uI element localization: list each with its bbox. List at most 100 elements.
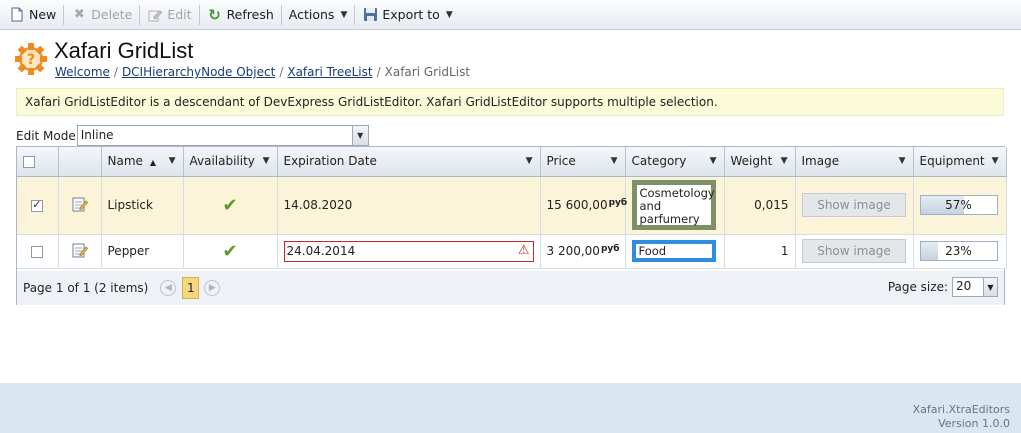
svg-text:?: ? <box>27 52 35 68</box>
row-select-cell[interactable] <box>17 176 59 235</box>
grid-table: Name ▲ ▼ Availability ▼ Expiration Date ▼ Pr… <box>17 147 1007 269</box>
column-header-label: Weight <box>730 154 773 169</box>
breadcrumb-link-welcome[interactable]: Welcome <box>55 65 110 79</box>
column-header-image[interactable]: Image ▼ <box>795 147 914 177</box>
refresh-button[interactable]: ↻ Refresh <box>202 3 279 27</box>
new-document-icon <box>9 7 25 23</box>
cell-image: Show image <box>795 234 914 269</box>
footer-product: Xafari.XtraEditors <box>912 403 1010 416</box>
row-checkbox[interactable] <box>31 198 44 212</box>
select-all-header[interactable] <box>17 147 59 177</box>
cell-availability: ✔ <box>183 176 278 235</box>
cell-price: 15 600,00руб <box>540 176 628 235</box>
page-size-value: 20 <box>956 279 972 293</box>
filter-icon[interactable]: ▼ <box>899 156 906 166</box>
expiration-date-value: 24.04.2014 <box>286 244 356 258</box>
breadcrumb-link-treelist[interactable]: Xafari TreeList <box>287 65 372 79</box>
category-badge: Food <box>631 240 716 262</box>
cell-name: Pepper <box>101 234 184 269</box>
warning-icon: ⚠ <box>517 242 530 258</box>
chevron-down-icon: ▼ <box>340 9 348 20</box>
chevron-down-icon[interactable]: ▼ <box>351 126 368 145</box>
new-button[interactable]: New <box>4 3 61 27</box>
currency-symbol: руб <box>608 198 628 208</box>
filter-icon[interactable]: ▼ <box>263 156 270 166</box>
actions-button[interactable]: Actions ▼ <box>284 3 353 27</box>
breadcrumb-separator: / <box>376 65 381 79</box>
export-label: Export to <box>382 7 440 22</box>
breadcrumb: Welcome / DCIHierarchyNode Object / Xafari T… <box>55 65 470 79</box>
edit-column-header <box>58 147 102 177</box>
cell-price: 3 200,00руб <box>540 234 626 269</box>
row-checkbox[interactable] <box>31 245 44 258</box>
column-header-price[interactable]: Price ▼ <box>540 147 626 177</box>
breadcrumb-link-dcihierarchynode[interactable]: DCIHierarchyNode Object <box>122 65 275 79</box>
edit-mode-dropdown[interactable]: Inline ▼ <box>76 125 369 146</box>
show-image-button[interactable]: Show image <box>802 193 906 217</box>
edit-label: Edit <box>167 7 192 22</box>
cell-weight: 1 <box>724 234 796 269</box>
toolbar-separator <box>354 4 356 25</box>
column-header-label: Category <box>631 154 687 169</box>
table-row[interactable]: Lipstick ✔ 14.08.2020 15 600,00руб Cosme… <box>17 176 1007 235</box>
cell-availability: ✔ <box>183 234 278 269</box>
edit-mode-selector: Edit Mode Inline ▼ <box>16 125 369 146</box>
page-size-selector: Page size: 20 ▼ <box>888 277 998 297</box>
table-row[interactable]: Pepper ✔ 24.04.2014 ⚠ 3 200,00руб Food 1… <box>17 234 1007 269</box>
delete-x-icon: ✖ <box>73 7 85 22</box>
row-edit-cell[interactable] <box>58 176 102 235</box>
column-header-name[interactable]: Name ▲ ▼ <box>101 147 184 177</box>
next-page-icon[interactable]: ▶ <box>204 280 221 296</box>
checkmark-icon: ✔ <box>222 194 238 216</box>
edit-pencil-icon <box>147 7 163 23</box>
cell-expiration-date: 14.08.2020 <box>277 176 541 235</box>
column-header-weight[interactable]: Weight ▼ <box>724 147 796 177</box>
breadcrumb-current: Xafari GridList <box>384 65 471 79</box>
page-size-dropdown[interactable]: 20 ▼ <box>952 277 998 297</box>
previous-page-icon[interactable]: ◀ <box>160 280 177 296</box>
equipment-progress-bar: 57% <box>919 195 998 215</box>
toolbar-separator <box>63 4 65 25</box>
pager-summary: Page 1 of 1 (2 items) <box>23 281 149 295</box>
select-all-checkbox[interactable] <box>23 155 35 168</box>
export-disk-icon <box>362 7 378 23</box>
chevron-down-icon[interactable]: ▼ <box>983 278 997 296</box>
edit-row-icon[interactable] <box>72 243 88 261</box>
filter-icon[interactable]: ▼ <box>526 156 533 166</box>
gear-question-logo-icon: ? <box>14 42 48 76</box>
toolbar-separator <box>198 4 200 25</box>
toolbar-separator <box>139 4 141 25</box>
delete-button[interactable]: ✖ Delete <box>66 3 137 27</box>
pager-current-page[interactable]: 1 <box>182 277 200 299</box>
column-header-expiration-date[interactable]: Expiration Date ▼ <box>277 147 541 177</box>
edit-mode-label: Edit Mode <box>16 128 76 143</box>
filter-icon[interactable]: ▼ <box>169 156 176 166</box>
delete-label: Delete <box>91 7 133 22</box>
filter-icon[interactable]: ▼ <box>611 156 618 166</box>
edit-row-icon[interactable] <box>72 197 88 215</box>
filter-icon[interactable]: ▼ <box>992 156 999 166</box>
cell-category: Cosmetology and parfumery <box>625 176 725 235</box>
cell-expiration-date: 24.04.2014 ⚠ <box>277 234 541 269</box>
grid-list: Name ▲ ▼ Availability ▼ Expiration Date ▼ Pr… <box>16 146 1007 305</box>
expiration-date-input[interactable]: 24.04.2014 ⚠ <box>283 240 534 262</box>
show-image-button[interactable]: Show image <box>802 239 906 263</box>
cell-weight: 0,015 <box>724 176 796 235</box>
refresh-icon: ↻ <box>208 5 221 24</box>
filter-icon[interactable]: ▼ <box>710 156 717 166</box>
edit-button[interactable]: Edit <box>142 3 196 27</box>
export-button[interactable]: Export to ▼ <box>357 3 457 27</box>
cell-equipment: 57% <box>913 176 1007 235</box>
column-header-category[interactable]: Category ▼ <box>625 147 725 177</box>
chevron-down-icon: ▼ <box>445 9 453 20</box>
toolbar-separator <box>280 4 282 25</box>
breadcrumb-separator: / <box>279 65 284 79</box>
row-select-cell[interactable] <box>17 234 59 269</box>
progress-label: 57% <box>945 198 972 212</box>
price-value: 3 200,00 <box>546 244 600 258</box>
filter-icon[interactable]: ▼ <box>781 156 788 166</box>
price-value: 15 600,00 <box>546 198 608 212</box>
column-header-equipment[interactable]: Equipment ▼ <box>913 147 1007 177</box>
column-header-availability[interactable]: Availability ▼ <box>183 147 278 177</box>
row-edit-cell[interactable] <box>58 234 102 269</box>
